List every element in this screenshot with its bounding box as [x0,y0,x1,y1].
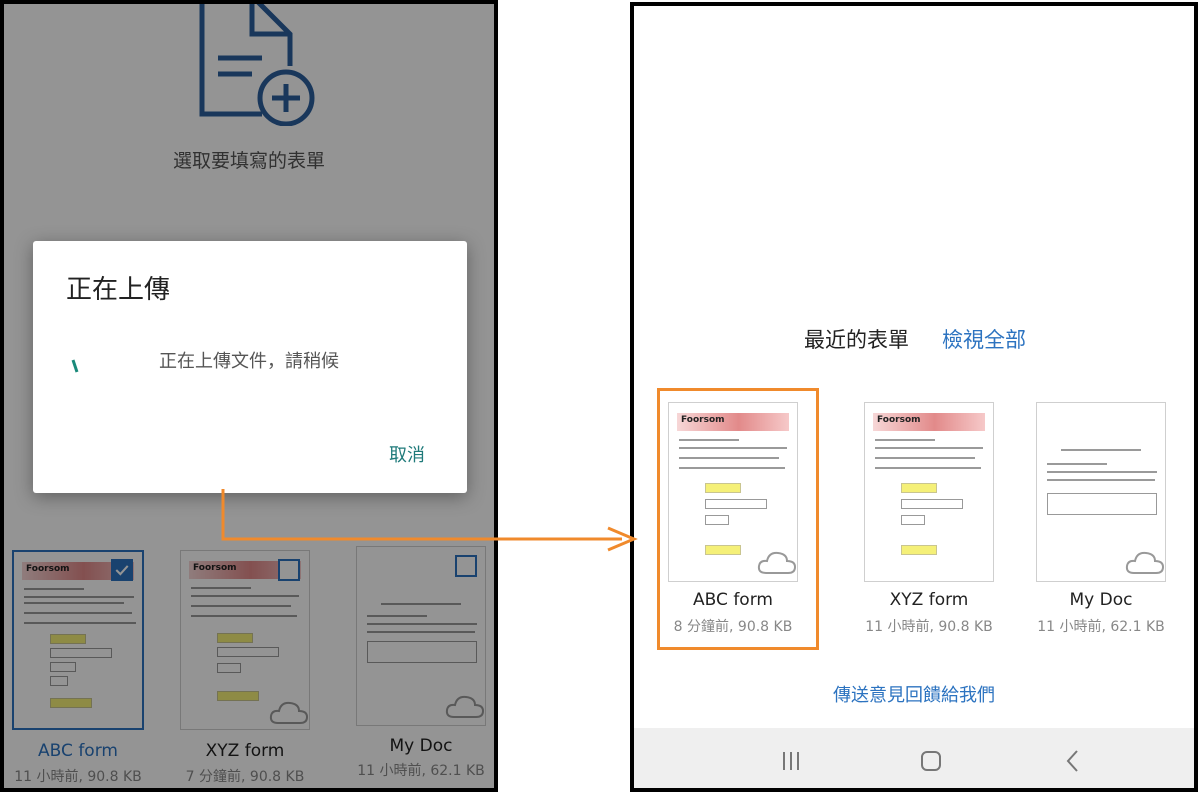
form-card-meta: 11 小時前, 90.8 KB [865,619,993,635]
cancel-button[interactable]: 取消 [389,441,425,467]
left-phone-screen: 選取要填寫的表單 Foorsom ABC form 11 小時前, 90.8 K… [0,0,498,792]
form-card-mydoc[interactable] [1036,402,1166,582]
navigation-bar [634,728,1194,788]
recent-forms-title: 最近的表單 [804,328,909,352]
back-icon[interactable] [1058,746,1088,776]
form-banner: Foorsom [677,413,789,431]
form-logo-text: Foorsom [877,415,921,425]
text-line [679,467,785,469]
text-line [1047,471,1157,473]
form-field [705,515,729,525]
text-line [1047,479,1155,481]
form-card-meta: 8 分鐘前, 90.8 KB [673,619,793,635]
dialog-message: 正在上傳文件，請稍候 [159,351,339,372]
text-line [1047,463,1107,465]
loading-spinner-icon [71,359,79,373]
text-line [875,457,975,459]
form-field [901,545,937,555]
view-all-link[interactable]: 檢視全部 [942,324,1026,354]
home-icon[interactable] [916,746,946,776]
form-card-xyz[interactable]: Foorsom [864,402,994,582]
cloud-icon [1125,551,1165,574]
form-field [705,499,767,509]
form-field [901,483,937,493]
form-field [705,483,741,493]
text-line [875,439,935,441]
form-card-name: XYZ form [889,590,969,610]
form-logo-text: Foorsom [681,415,725,425]
text-line [679,447,787,449]
text-line [1061,449,1141,451]
upload-dialog: 正在上傳 正在上傳文件，請稍候 取消 [33,241,467,493]
form-card-name: My Doc [1069,590,1133,610]
cloud-icon [757,551,797,574]
form-card-abc[interactable]: Foorsom [668,402,798,582]
form-field [705,545,741,555]
text-line [875,447,983,449]
text-line [679,439,739,441]
form-banner: Foorsom [873,413,985,431]
right-phone-screen: 最近的表單 檢視全部 Foorsom ABC form 8 分鐘前, 90.8 … [630,2,1198,792]
dialog-title: 正在上傳 [66,275,171,305]
form-field [901,515,925,525]
table-block [1047,493,1157,515]
text-line [875,467,981,469]
text-line [679,457,779,459]
form-card-name: ABC form [693,590,773,610]
send-feedback-link[interactable]: 傳送意見回饋給我們 [634,681,1194,707]
recent-apps-icon[interactable] [776,746,806,776]
form-card-meta: 11 小時前, 62.1 KB [1037,619,1165,635]
form-field [901,499,963,509]
